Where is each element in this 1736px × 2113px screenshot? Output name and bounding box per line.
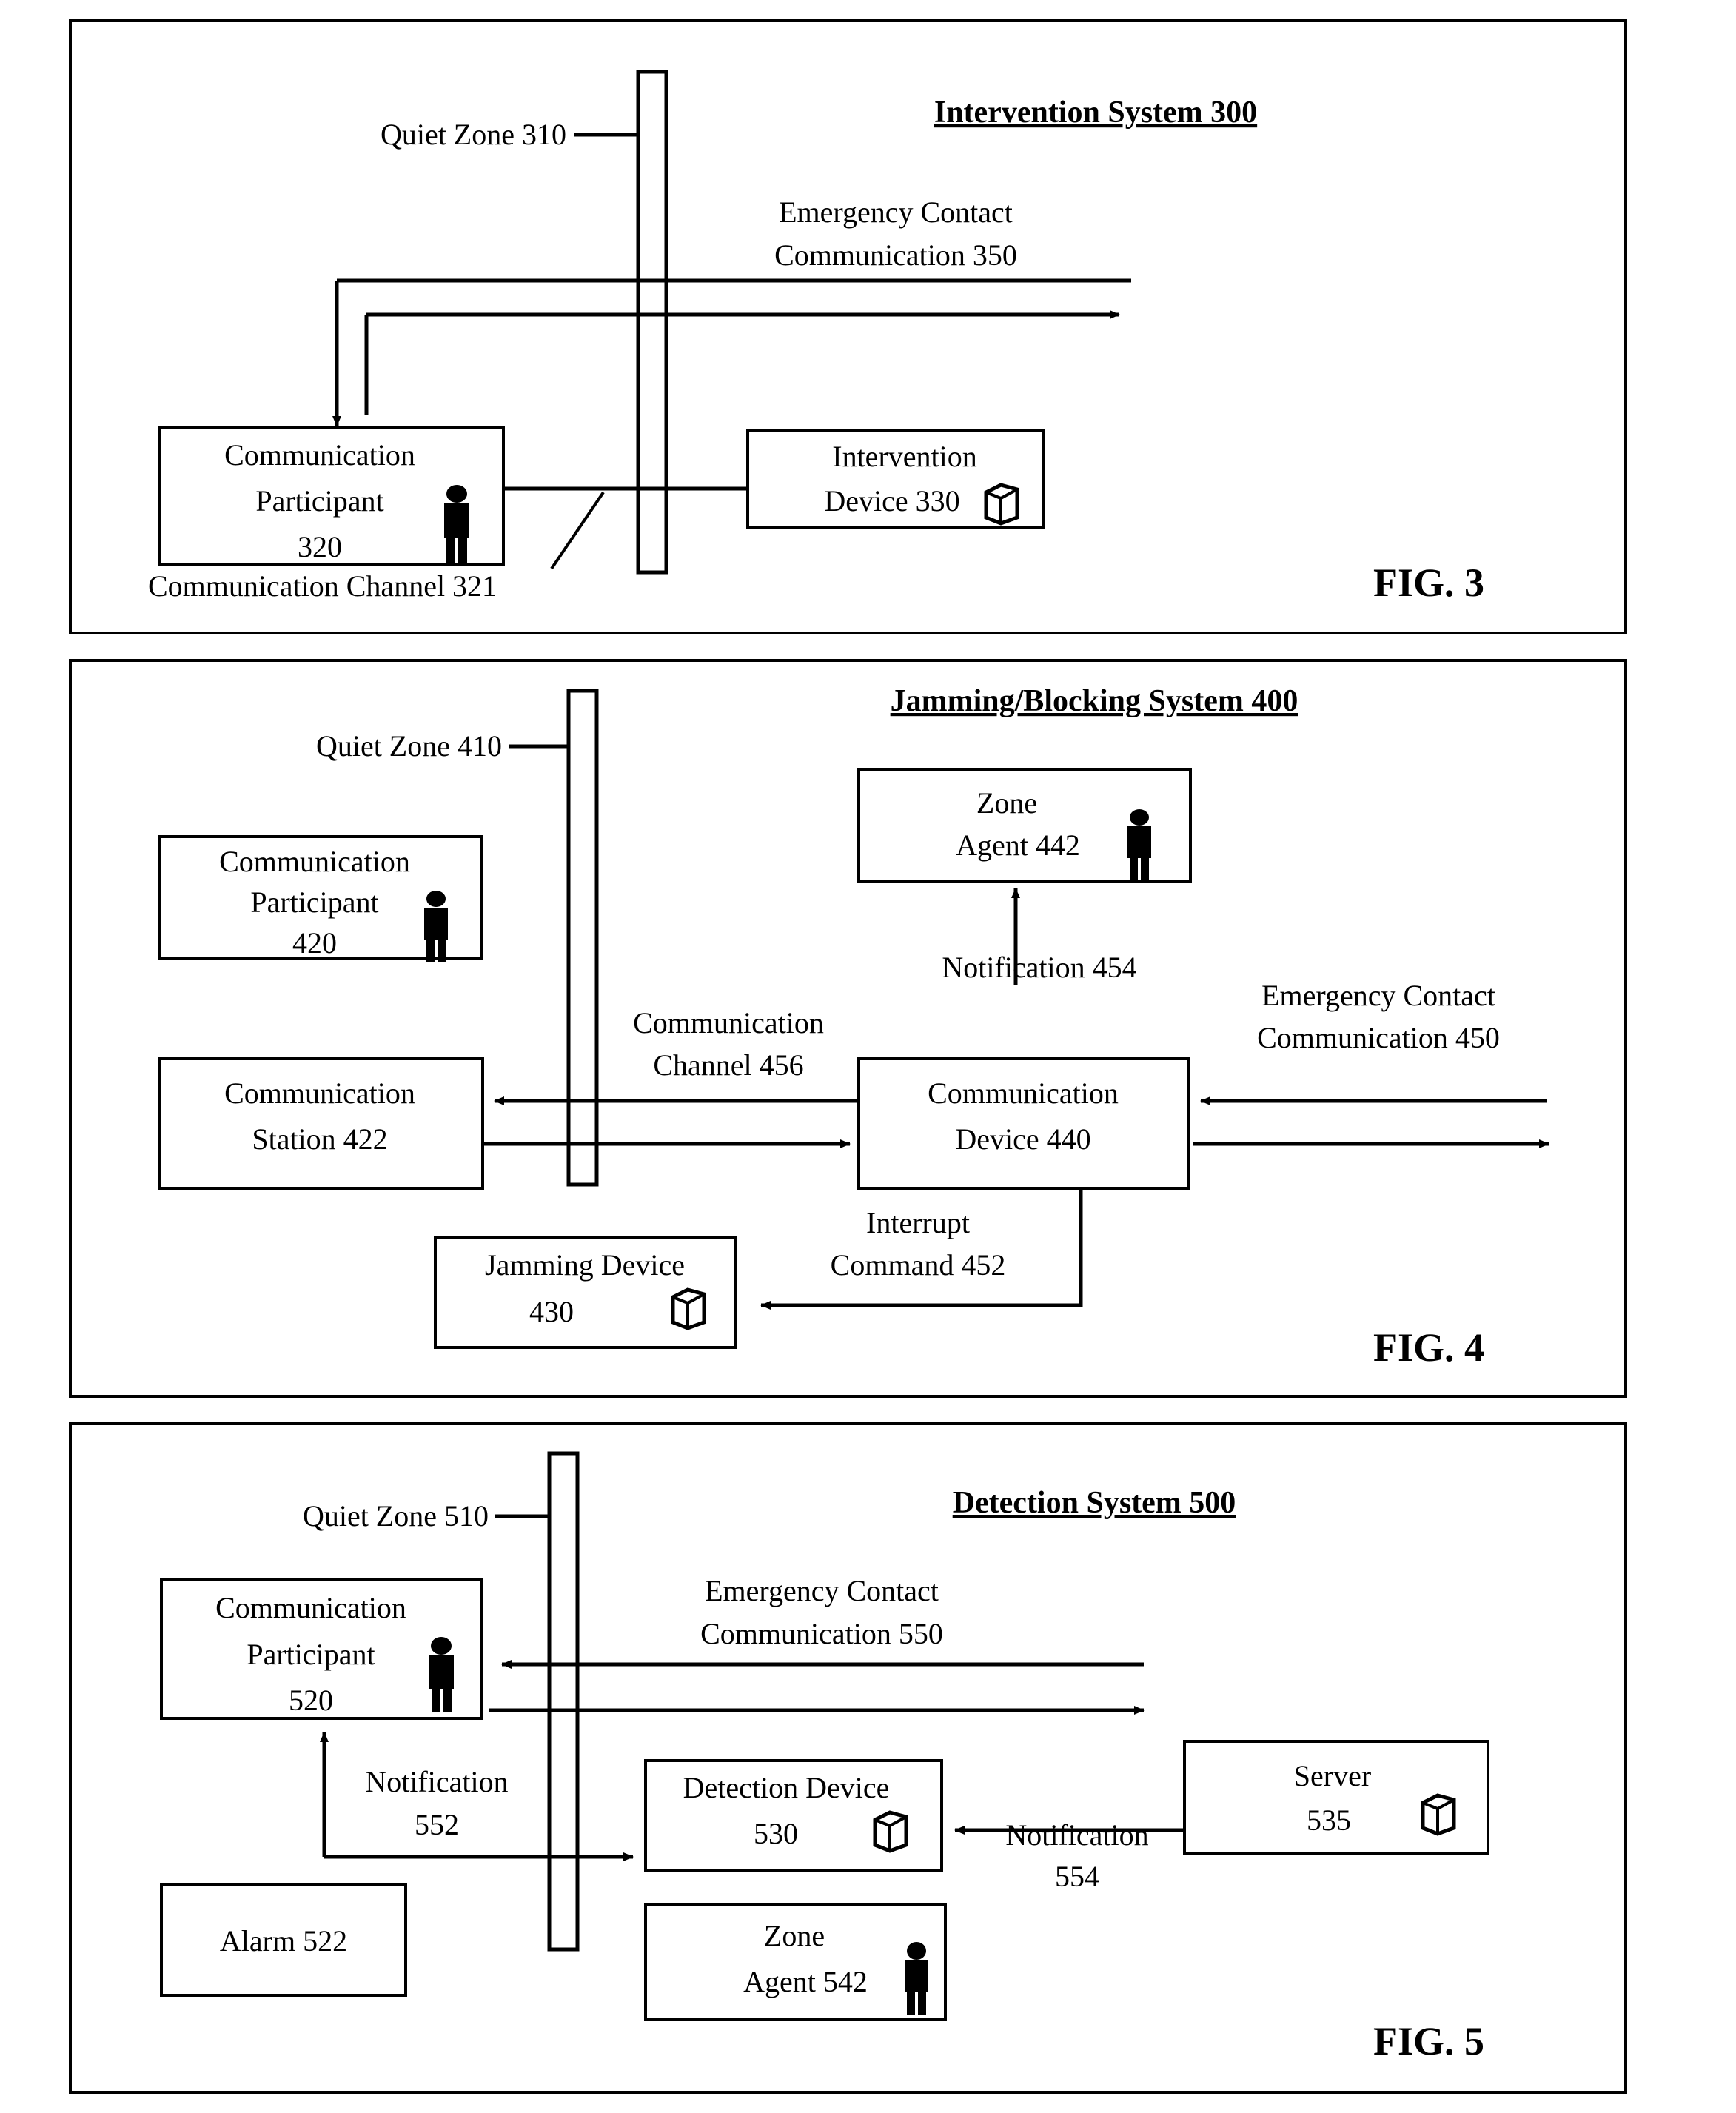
jamming-device-430-line1: Jamming Device	[485, 1248, 685, 1282]
person-icon	[429, 1637, 454, 1712]
device-cube-icon	[984, 483, 1019, 526]
jamming-device-430-line2: 430	[529, 1295, 574, 1328]
communication-device-440-line2: Device 440	[955, 1122, 1090, 1156]
figure-sheet-canvas: Quiet Zone 310 Intervention System 300 E…	[69, 19, 1627, 2094]
detection-device-530-line2: 530	[754, 1817, 798, 1850]
quiet-zone-410-label: Quiet Zone 410	[316, 729, 502, 763]
communication-participant-420-line2: Participant	[250, 885, 378, 919]
jamming-device-430-box: Jamming Device 430	[434, 1236, 737, 1349]
communication-participant-520-line3: 520	[289, 1684, 333, 1717]
communication-participant-420-box: Communication Participant 420	[158, 835, 483, 962]
communication-participant-520-line2: Participant	[247, 1638, 375, 1671]
notification-552-label-2: 552	[415, 1808, 459, 1841]
intervention-device-330-box: Intervention Device 330	[746, 429, 1045, 529]
figure-3-title: Intervention System 300	[934, 96, 1257, 130]
person-icon	[424, 891, 448, 962]
emergency-contact-communication-550-label-2: Communication 550	[700, 1617, 943, 1650]
quiet-zone-510-bar	[547, 1451, 580, 1952]
alarm-522-line1: Alarm 522	[220, 1924, 347, 1958]
intervention-device-330-line2: Device 330	[824, 484, 959, 518]
interrupt-command-452-label-2: Command 452	[831, 1248, 1006, 1282]
quiet-zone-510-label: Quiet Zone 510	[303, 1499, 489, 1533]
zone-agent-542-line2: Agent 542	[743, 1965, 868, 1998]
quiet-zone-310-bar	[636, 70, 668, 575]
communication-channel-321-label: Communication Channel 321	[148, 569, 497, 603]
notification-552-label-1: Notification	[365, 1765, 508, 1798]
communication-channel-456-label-1: Communication	[633, 1006, 824, 1039]
detection-device-530-line1: Detection Device	[683, 1771, 890, 1804]
communication-participant-420-line1: Communication	[219, 845, 410, 878]
server-535-line2: 535	[1307, 1804, 1351, 1837]
figure-5-title: Detection System 500	[953, 1486, 1236, 1520]
detection-device-530-box: Detection Device 530	[644, 1759, 943, 1872]
notification-554-label-1: Notification	[1005, 1818, 1148, 1852]
communication-participant-320-line1: Communication	[224, 438, 415, 472]
patent-figure-sheet: Quiet Zone 310 Intervention System 300 E…	[0, 0, 1736, 2113]
communication-participant-320-box: Communication Participant 320	[158, 426, 505, 566]
server-535-line1: Server	[1294, 1759, 1371, 1792]
emergency-contact-communication-450-label-2: Communication 450	[1257, 1021, 1500, 1054]
communication-participant-520-line1: Communication	[215, 1591, 406, 1624]
figure-5: Quiet Zone 510 Detection System 500 Emer…	[69, 1422, 1627, 2094]
device-cube-icon	[873, 1810, 908, 1853]
figure-3: Quiet Zone 310 Intervention System 300 E…	[69, 19, 1627, 634]
communication-device-440-line1: Communication	[928, 1076, 1119, 1110]
figure-4-number: FIG. 4	[1373, 1325, 1484, 1370]
alarm-522-box: Alarm 522	[160, 1883, 407, 1997]
zone-agent-442-line1: Zone	[976, 786, 1037, 820]
communication-station-422-line1: Communication	[224, 1076, 415, 1110]
communication-participant-320-line3: 320	[298, 530, 342, 563]
figure-4-title: Jamming/Blocking System 400	[891, 684, 1298, 718]
communication-station-422-box: Communication Station 422	[158, 1057, 484, 1190]
person-icon	[444, 485, 469, 563]
device-cube-icon	[1421, 1793, 1456, 1836]
communication-device-440-box: Communication Device 440	[857, 1057, 1190, 1190]
quiet-zone-410-bar	[566, 689, 599, 1187]
communication-participant-420-line3: 420	[292, 926, 337, 960]
quiet-zone-310-label: Quiet Zone 310	[381, 118, 566, 151]
person-icon	[1127, 809, 1151, 881]
emergency-contact-communication-350-label-2: Communication 350	[774, 238, 1017, 272]
figure-5-number: FIG. 5	[1373, 2019, 1484, 2063]
zone-agent-542-line1: Zone	[764, 1919, 825, 1952]
figure-3-number: FIG. 3	[1373, 560, 1484, 605]
notification-454-label: Notification 454	[942, 951, 1136, 984]
communication-channel-456-label-2: Channel 456	[653, 1048, 803, 1082]
emergency-contact-communication-550-label-1: Emergency Contact	[705, 1574, 939, 1607]
emergency-contact-communication-450-label-1: Emergency Contact	[1261, 979, 1495, 1012]
communication-channel-321-leader	[550, 491, 605, 570]
person-icon	[905, 1942, 928, 2015]
communication-participant-320-line2: Participant	[255, 484, 383, 518]
notification-554-label-2: 554	[1055, 1860, 1099, 1893]
zone-agent-442-line2: Agent 442	[956, 828, 1080, 862]
emergency-contact-communication-350-label: Emergency Contact	[779, 195, 1013, 229]
figure-4: Quiet Zone 410 Jamming/Blocking System 4…	[69, 659, 1627, 1398]
intervention-device-330-line1: Intervention	[832, 440, 977, 473]
interrupt-command-452-label-1: Interrupt	[866, 1206, 970, 1239]
zone-agent-442-box: Zone Agent 442	[857, 768, 1192, 883]
device-cube-icon	[671, 1287, 706, 1330]
communication-participant-520-box: Communication Participant 520	[160, 1578, 483, 1720]
zone-agent-542-box: Zone Agent 542	[644, 1903, 947, 2021]
communication-station-422-line2: Station 422	[252, 1122, 387, 1156]
server-535-box: Server 535	[1183, 1740, 1489, 1855]
